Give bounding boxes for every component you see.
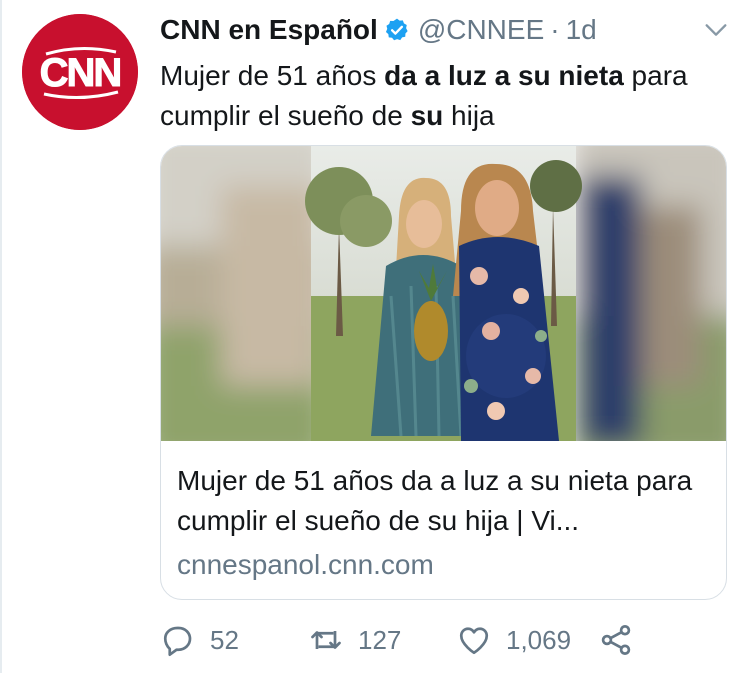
tweet-text-bold: da a luz a su nieta xyxy=(384,60,624,91)
reply-icon xyxy=(160,622,196,658)
card-domain[interactable]: cnnespanol.cnn.com xyxy=(177,545,434,585)
cnn-logo: CNN xyxy=(22,14,138,130)
tweet[interactable]: CNN CNN en Español @CNNEE · 1d Mujer de … xyxy=(0,0,750,673)
tweet-text: Mujer de 51 años da a luz a su nieta par… xyxy=(160,56,740,136)
author-name[interactable]: CNN en Español xyxy=(160,14,378,46)
divider xyxy=(0,0,2,673)
tweet-text-bold: su xyxy=(410,100,444,131)
like-icon xyxy=(456,622,492,658)
tweet-actions: 52 127 1,069 xyxy=(160,618,720,662)
share-button[interactable] xyxy=(598,618,634,662)
reply-button[interactable]: 52 xyxy=(160,618,239,662)
tweet-time[interactable]: 1d xyxy=(566,14,597,46)
separator-dot: · xyxy=(550,14,560,45)
avatar[interactable]: CNN xyxy=(22,14,138,130)
author-handle[interactable]: @CNNEE xyxy=(418,14,544,46)
like-button[interactable]: 1,069 xyxy=(456,618,571,662)
tweet-text-part: hija xyxy=(443,100,495,131)
avatar-logo-text: CNN xyxy=(40,51,121,95)
verified-badge-icon xyxy=(384,17,410,43)
card-image[interactable] xyxy=(161,146,726,441)
reply-count: 52 xyxy=(210,624,239,655)
card-title[interactable]: Mujer de 51 años da a luz a su nieta par… xyxy=(177,461,712,541)
like-count: 1,069 xyxy=(506,624,572,655)
retweet-icon xyxy=(308,622,344,658)
chevron-down-icon[interactable] xyxy=(702,16,730,44)
tweet-header: CNN en Español @CNNEE · 1d xyxy=(160,8,730,52)
retweet-count: 127 xyxy=(358,624,402,655)
tweet-text-part: Mujer de 51 años xyxy=(160,60,385,91)
link-card[interactable]: Mujer de 51 años da a luz a su nieta par… xyxy=(160,145,727,600)
retweet-button[interactable]: 127 xyxy=(308,618,401,662)
share-icon xyxy=(598,622,634,658)
